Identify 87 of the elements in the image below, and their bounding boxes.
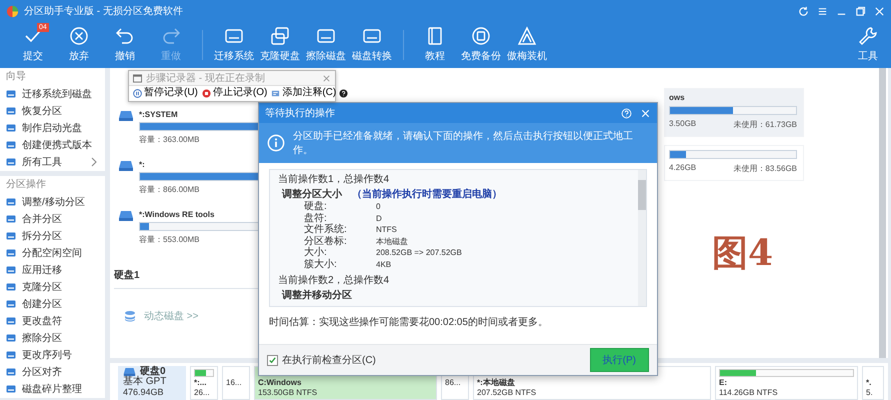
partition-block[interactable]: *. 5. — [862, 366, 884, 400]
capacity-text: 容量：866.00MB — [139, 184, 200, 195]
recorder-button[interactable]: 添加注释(C) — [270, 87, 338, 99]
partition-block[interactable]: E: 114.26GB NTFS — [715, 366, 858, 400]
toolbar-button[interactable]: 放弃 — [56, 22, 102, 68]
sidebar-item[interactable]: 所有工具 — [0, 153, 105, 170]
used-text: 4.26GB — [669, 163, 696, 174]
recorder-button[interactable]: 暂停记录(U) — [132, 87, 199, 99]
partition-block[interactable]: 16... — [222, 366, 250, 400]
field-value: D — [376, 212, 382, 224]
operation-title: 调整并移动分区 — [282, 289, 352, 302]
partition-size: 5. — [866, 388, 874, 397]
sidebar-item[interactable]: 合并分区 — [0, 210, 105, 227]
partition-size: 153.50GB NTFS — [258, 388, 318, 397]
dialog-title: 等待执行的操作 — [265, 106, 335, 120]
toolbar-button[interactable]: 傲梅装机 — [504, 22, 550, 68]
disk-type: 基本 GPT — [123, 377, 168, 387]
operation-title: 调整分区大小 — [282, 188, 342, 201]
toolbar-button[interactable]: 撤销 — [102, 22, 148, 68]
sidebar-item[interactable]: 擦除分区 — [0, 329, 105, 346]
partition-size: 114.26GB NTFS — [719, 388, 779, 397]
partition-name: *. — [866, 378, 872, 387]
window-title: 分区助手专业版 - 无损分区免费软件 — [24, 4, 183, 18]
partition-size: 207.52GB NTFS — [477, 388, 538, 397]
used-text: 3.50GB — [669, 119, 696, 130]
sidebar-item[interactable]: 分区对齐 — [0, 363, 105, 380]
sidebar-item[interactable]: 制作启动光盘 — [0, 119, 105, 136]
field-label: 盘符: — [304, 212, 328, 224]
tools-button[interactable]: 工具 — [845, 22, 891, 68]
partition-size: 86... — [445, 378, 462, 387]
check-partition-checkbox[interactable]: 在执行前检查分区(C) — [267, 353, 376, 367]
field-label: 大小: — [304, 247, 328, 258]
section-title: 分区操作 — [5, 178, 47, 192]
sidebar-item[interactable]: 调整/移动分区 — [0, 193, 105, 210]
disk-info-card[interactable]: 硬盘0 基本 GPT 476.94GB — [118, 366, 186, 400]
toolbar-button[interactable]: 免费备份 — [458, 22, 504, 68]
recorder-button[interactable]: 停止记录(O) — [200, 87, 268, 99]
toolbar-button[interactable]: 克隆硬盘 — [257, 22, 303, 68]
section-title: 向导 — [5, 70, 27, 84]
sidebar-item[interactable]: 分配空闲空间 — [0, 244, 105, 261]
field-value: 本地磁盘 — [376, 236, 408, 247]
field-value: 0 — [376, 201, 380, 212]
partition-block[interactable]: *:... 26... — [190, 366, 218, 400]
operation-count: 当前操作数1，总操作数4 — [278, 173, 390, 186]
sidebar-item[interactable]: 创建分区 — [0, 295, 105, 312]
partition-size: 16... — [226, 378, 243, 387]
partition-name: ows — [669, 93, 686, 102]
partition-name: C:Windows — [258, 378, 302, 387]
sidebar-item[interactable]: 更改序列号 — [0, 346, 105, 363]
restart-note: （当前操作执行时需要重启电脑） — [352, 188, 502, 201]
partition-name: E: — [719, 378, 728, 387]
partition-card[interactable]: 4.26GB 未使用：83.56GB — [664, 145, 804, 181]
field-label: 文件系统: — [304, 224, 348, 236]
recorder-title: 步骤记录器 - 现在正在录制 — [146, 72, 265, 85]
time-estimate: 时间估算：实现这些操作可能需要花00:02:05的时间或者更多。 — [268, 316, 549, 330]
toolbar-button[interactable]: 磁盘转换 — [349, 22, 395, 68]
disk-size: 476.94GB — [123, 387, 165, 397]
partition-name: *: — [139, 160, 145, 169]
toolbar-button[interactable]: 教程 — [412, 22, 458, 68]
partition-name: *:Windows RE tools — [139, 210, 214, 219]
field-label: 硬盘: — [304, 201, 328, 212]
partition-card[interactable]: ows 3.50GB 未使用：61.73GB — [664, 88, 804, 137]
sidebar-item[interactable]: 更改盘符 — [0, 312, 105, 329]
partition-size: 26... — [194, 388, 211, 397]
sidebar-item[interactable]: 克隆分区 — [0, 278, 105, 295]
sidebar-item[interactable]: 恢复分区 — [0, 102, 105, 119]
free-text: 未使用：83.56GB — [733, 163, 797, 174]
sidebar-item[interactable]: 迁移系统到磁盘 — [0, 85, 105, 102]
field-label: 分区卷标: — [304, 236, 348, 246]
sidebar-item[interactable]: 拆分分区 — [0, 227, 105, 244]
partition-name: *:... — [194, 378, 208, 387]
partition-name: *:SYSTEM — [139, 110, 178, 119]
sidebar-item[interactable]: 磁盘碎片整理 — [0, 380, 105, 397]
partition-name: *:本地磁盘 — [477, 378, 516, 387]
toolbar-button[interactable]: 擦除磁盘 — [303, 22, 349, 68]
sidebar-item[interactable]: 创建便携式版本 — [0, 136, 105, 153]
free-text: 未使用：61.73GB — [733, 119, 797, 130]
figure-label: 图4 — [712, 231, 774, 276]
toolbar-button[interactable]: 迁移系统 — [211, 22, 257, 68]
field-value: 208.52GB => 207.52GB — [376, 247, 462, 258]
field-value: NTFS — [376, 224, 397, 236]
info-text: 分区助手已经准备就绪，请确认下面的操作，然后点击执行按钮以便正式地工作。 — [293, 130, 634, 157]
sidebar-item[interactable]: 应用迁移 — [0, 261, 105, 278]
capacity-text: 容量：363.00MB — [139, 134, 200, 145]
field-value: 4KB — [376, 258, 392, 270]
capacity-text: 容量：553.00MB — [139, 234, 200, 245]
disk-name: 硬盘0 — [140, 367, 166, 377]
